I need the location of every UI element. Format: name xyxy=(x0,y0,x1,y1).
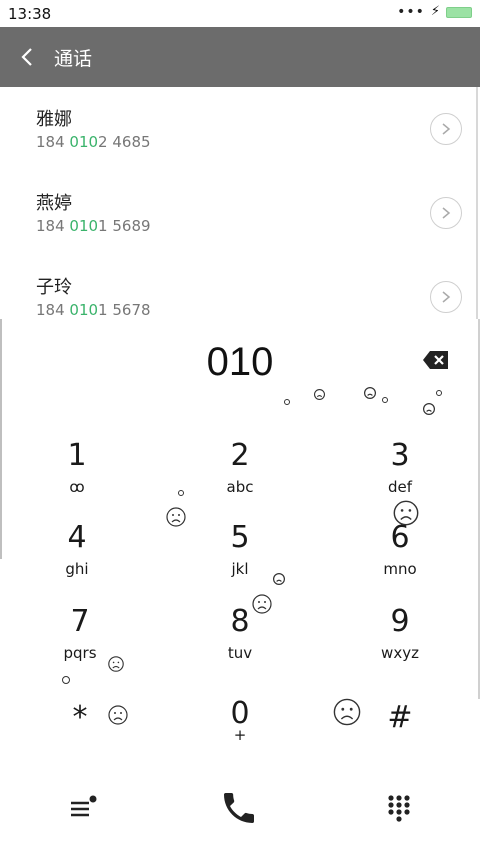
sad-face-icon xyxy=(108,705,128,725)
chevron-right-icon xyxy=(442,291,451,303)
contact-number: 184 0101 5689 xyxy=(36,217,151,235)
phone-icon xyxy=(224,793,254,823)
contact-detail-button[interactable] xyxy=(430,113,462,145)
key-5[interactable]: 5 jkl xyxy=(170,520,310,600)
back-button[interactable] xyxy=(16,45,40,69)
backspace-button[interactable] xyxy=(422,350,450,370)
sad-face-icon xyxy=(252,594,272,614)
key-digit: 2 xyxy=(230,438,250,473)
contact-number: 184 0102 4685 xyxy=(36,133,151,151)
key-0[interactable]: 0 + xyxy=(170,696,310,776)
key-4[interactable]: 4 ghi xyxy=(7,520,147,600)
key-digit: 9 xyxy=(390,604,410,639)
doodle-dot xyxy=(284,399,290,405)
key-digit: 3 xyxy=(390,438,410,473)
chevron-right-icon xyxy=(442,123,451,135)
backspace-icon xyxy=(423,351,448,369)
list-item[interactable]: 燕婷 184 0101 5689 xyxy=(0,171,476,255)
key-digit: 4 xyxy=(67,520,87,555)
contact-detail-button[interactable] xyxy=(430,281,462,313)
key-letters: def xyxy=(387,478,413,496)
menu-icon xyxy=(71,795,97,817)
contact-name: 雅娜 xyxy=(36,109,72,130)
sad-face-icon xyxy=(166,507,186,527)
page-title: 通话 xyxy=(54,48,93,70)
contact-name: 子玲 xyxy=(36,277,72,298)
dialpad-icon xyxy=(388,795,410,822)
sad-face-icon xyxy=(364,387,376,399)
key-2[interactable]: 2 abc xyxy=(170,438,310,518)
list-item[interactable]: 雅娜 184 0102 4685 xyxy=(0,87,476,171)
key-digit: 8 xyxy=(230,604,250,639)
app-header: 通话 xyxy=(0,27,480,87)
contact-list: 雅娜 184 0102 4685 燕婷 184 0101 5689 子玲 184… xyxy=(0,87,478,319)
key-8[interactable]: 8 tuv xyxy=(170,604,310,684)
key-digit: * xyxy=(72,700,88,735)
key-letters: pqrs xyxy=(63,644,97,662)
key-1[interactable]: 1 ꝏ xyxy=(7,438,147,518)
sad-face-icon xyxy=(423,403,435,415)
list-item[interactable]: 子玲 184 0101 5678 xyxy=(0,255,476,319)
contact-number: 184 0101 5678 xyxy=(36,301,151,319)
voicemail-icon: ꝏ xyxy=(69,478,85,496)
chevron-left-icon xyxy=(21,48,32,66)
key-letters: abc xyxy=(226,478,254,496)
call-button[interactable] xyxy=(214,783,264,833)
key-star[interactable]: * xyxy=(10,700,150,780)
key-6[interactable]: 6 mno xyxy=(330,520,470,600)
match-highlight: 010 xyxy=(69,133,99,151)
key-letters: wxyz xyxy=(381,644,419,662)
contact-detail-button[interactable] xyxy=(430,197,462,229)
key-letters: + xyxy=(233,726,247,744)
doodle-dot xyxy=(382,397,388,403)
dialed-number: 010 xyxy=(206,340,274,384)
doodle-dot xyxy=(62,676,70,684)
status-time: 13:38 xyxy=(8,5,52,23)
contact-name: 燕婷 xyxy=(36,193,72,214)
sad-face-icon xyxy=(393,500,419,526)
key-9[interactable]: 9 wxyz xyxy=(330,604,470,684)
key-letters: jkl xyxy=(231,560,249,578)
key-digit: 7 xyxy=(70,604,90,639)
chevron-right-icon xyxy=(442,207,451,219)
match-highlight: 010 xyxy=(69,301,99,319)
key-7[interactable]: 7 pqrs xyxy=(10,604,150,684)
more-dots-icon: ••• xyxy=(397,4,425,20)
battery-icon xyxy=(446,6,472,18)
sad-face-icon xyxy=(333,698,361,726)
sad-face-icon xyxy=(108,656,124,672)
dialpad-toggle-button[interactable] xyxy=(374,783,424,833)
key-letters: tuv xyxy=(227,644,253,662)
status-bar: 13:38 ••• ⚡ xyxy=(0,0,480,27)
doodle-dot xyxy=(436,390,442,396)
status-indicators: ••• ⚡ xyxy=(397,4,472,20)
key-letters: ghi xyxy=(65,560,89,578)
key-digit: 5 xyxy=(230,520,250,555)
sad-face-icon xyxy=(314,389,325,400)
menu-button[interactable] xyxy=(58,783,108,833)
key-digit: 1 xyxy=(67,438,87,473)
key-letters: mno xyxy=(383,560,417,578)
charging-icon: ⚡ xyxy=(430,4,440,19)
sad-face-icon xyxy=(273,573,285,585)
match-highlight: 010 xyxy=(69,217,99,235)
doodle-dot xyxy=(178,490,184,496)
